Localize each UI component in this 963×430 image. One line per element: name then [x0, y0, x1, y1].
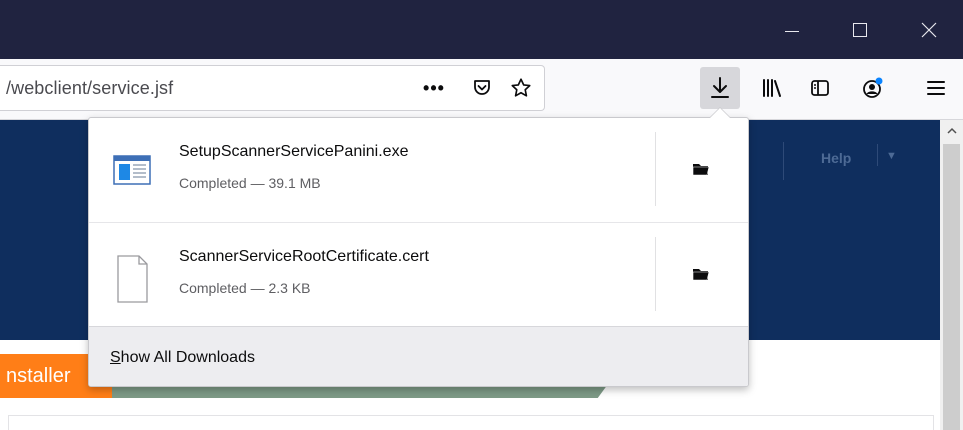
- account-button[interactable]: [853, 67, 893, 109]
- hamburger-menu-icon: [927, 81, 945, 95]
- maximize-icon: [853, 22, 867, 37]
- exe-file-icon: [111, 149, 153, 191]
- download-status: Completed — 2.3 KB: [179, 280, 311, 296]
- scroll-up-button[interactable]: [940, 120, 963, 142]
- account-icon: [863, 77, 883, 98]
- close-window-button[interactable]: [905, 0, 953, 59]
- bookmark-star-icon: [511, 78, 531, 97]
- sidebar-button[interactable]: [800, 67, 840, 109]
- bookmark-star-button[interactable]: [505, 72, 537, 104]
- download-item[interactable]: SetupScannerServicePanini.exe Completed …: [89, 118, 748, 222]
- download-icon: [711, 77, 729, 98]
- show-all-downloads-button[interactable]: Show All Downloads: [89, 326, 748, 386]
- app-menu-button[interactable]: [916, 67, 956, 109]
- page-scrollbar[interactable]: [940, 120, 963, 430]
- maximize-button[interactable]: [836, 0, 884, 59]
- pocket-button[interactable]: [466, 72, 498, 104]
- content-card: [8, 415, 934, 430]
- download-filename: SetupScannerServicePanini.exe: [179, 143, 409, 160]
- installer-tab-label: nstaller: [6, 365, 71, 387]
- header-divider: [783, 142, 784, 180]
- download-status: Completed — 39.1 MB: [179, 175, 321, 191]
- minimize-icon: [785, 31, 799, 32]
- help-divider: [877, 144, 878, 166]
- item-separator: [655, 132, 656, 206]
- show-in-folder-button[interactable]: [689, 158, 713, 180]
- url-bar[interactable]: /webclient/service.jsf •••: [0, 65, 545, 111]
- chevron-down-icon[interactable]: ▼: [886, 150, 897, 162]
- downloads-panel: SetupScannerServicePanini.exe Completed …: [88, 117, 749, 387]
- scroll-thumb[interactable]: [943, 144, 960, 430]
- show-in-folder-button[interactable]: [689, 263, 713, 285]
- url-text[interactable]: /webclient/service.jsf: [6, 78, 173, 99]
- help-menu-link[interactable]: Help: [821, 150, 851, 166]
- panel-arrow: [710, 108, 730, 118]
- minimize-button[interactable]: [768, 0, 816, 59]
- sidebar-icon: [811, 80, 829, 96]
- pocket-icon: [474, 80, 490, 95]
- item-separator: [655, 237, 656, 311]
- generic-file-icon: [111, 254, 153, 303]
- download-filename: ScannerServiceRootCertificate.cert: [179, 248, 429, 265]
- show-all-downloads-text: how All Downloads: [120, 349, 255, 366]
- folder-icon: [692, 269, 710, 281]
- window-titlebar: [0, 0, 963, 59]
- folder-icon: [692, 164, 710, 176]
- library-button[interactable]: [752, 67, 792, 109]
- show-all-downloads-label: Show All Downloads: [110, 349, 255, 367]
- chevron-up-icon: [946, 127, 957, 134]
- close-icon: [921, 22, 937, 37]
- downloads-button[interactable]: [700, 67, 740, 109]
- download-item[interactable]: ScannerServiceRootCertificate.cert Compl…: [89, 222, 748, 326]
- access-key-letter: S: [110, 349, 121, 366]
- navigation-toolbar: /webclient/service.jsf •••: [0, 59, 963, 120]
- library-icon: [763, 79, 781, 97]
- page-actions-button[interactable]: •••: [418, 72, 450, 104]
